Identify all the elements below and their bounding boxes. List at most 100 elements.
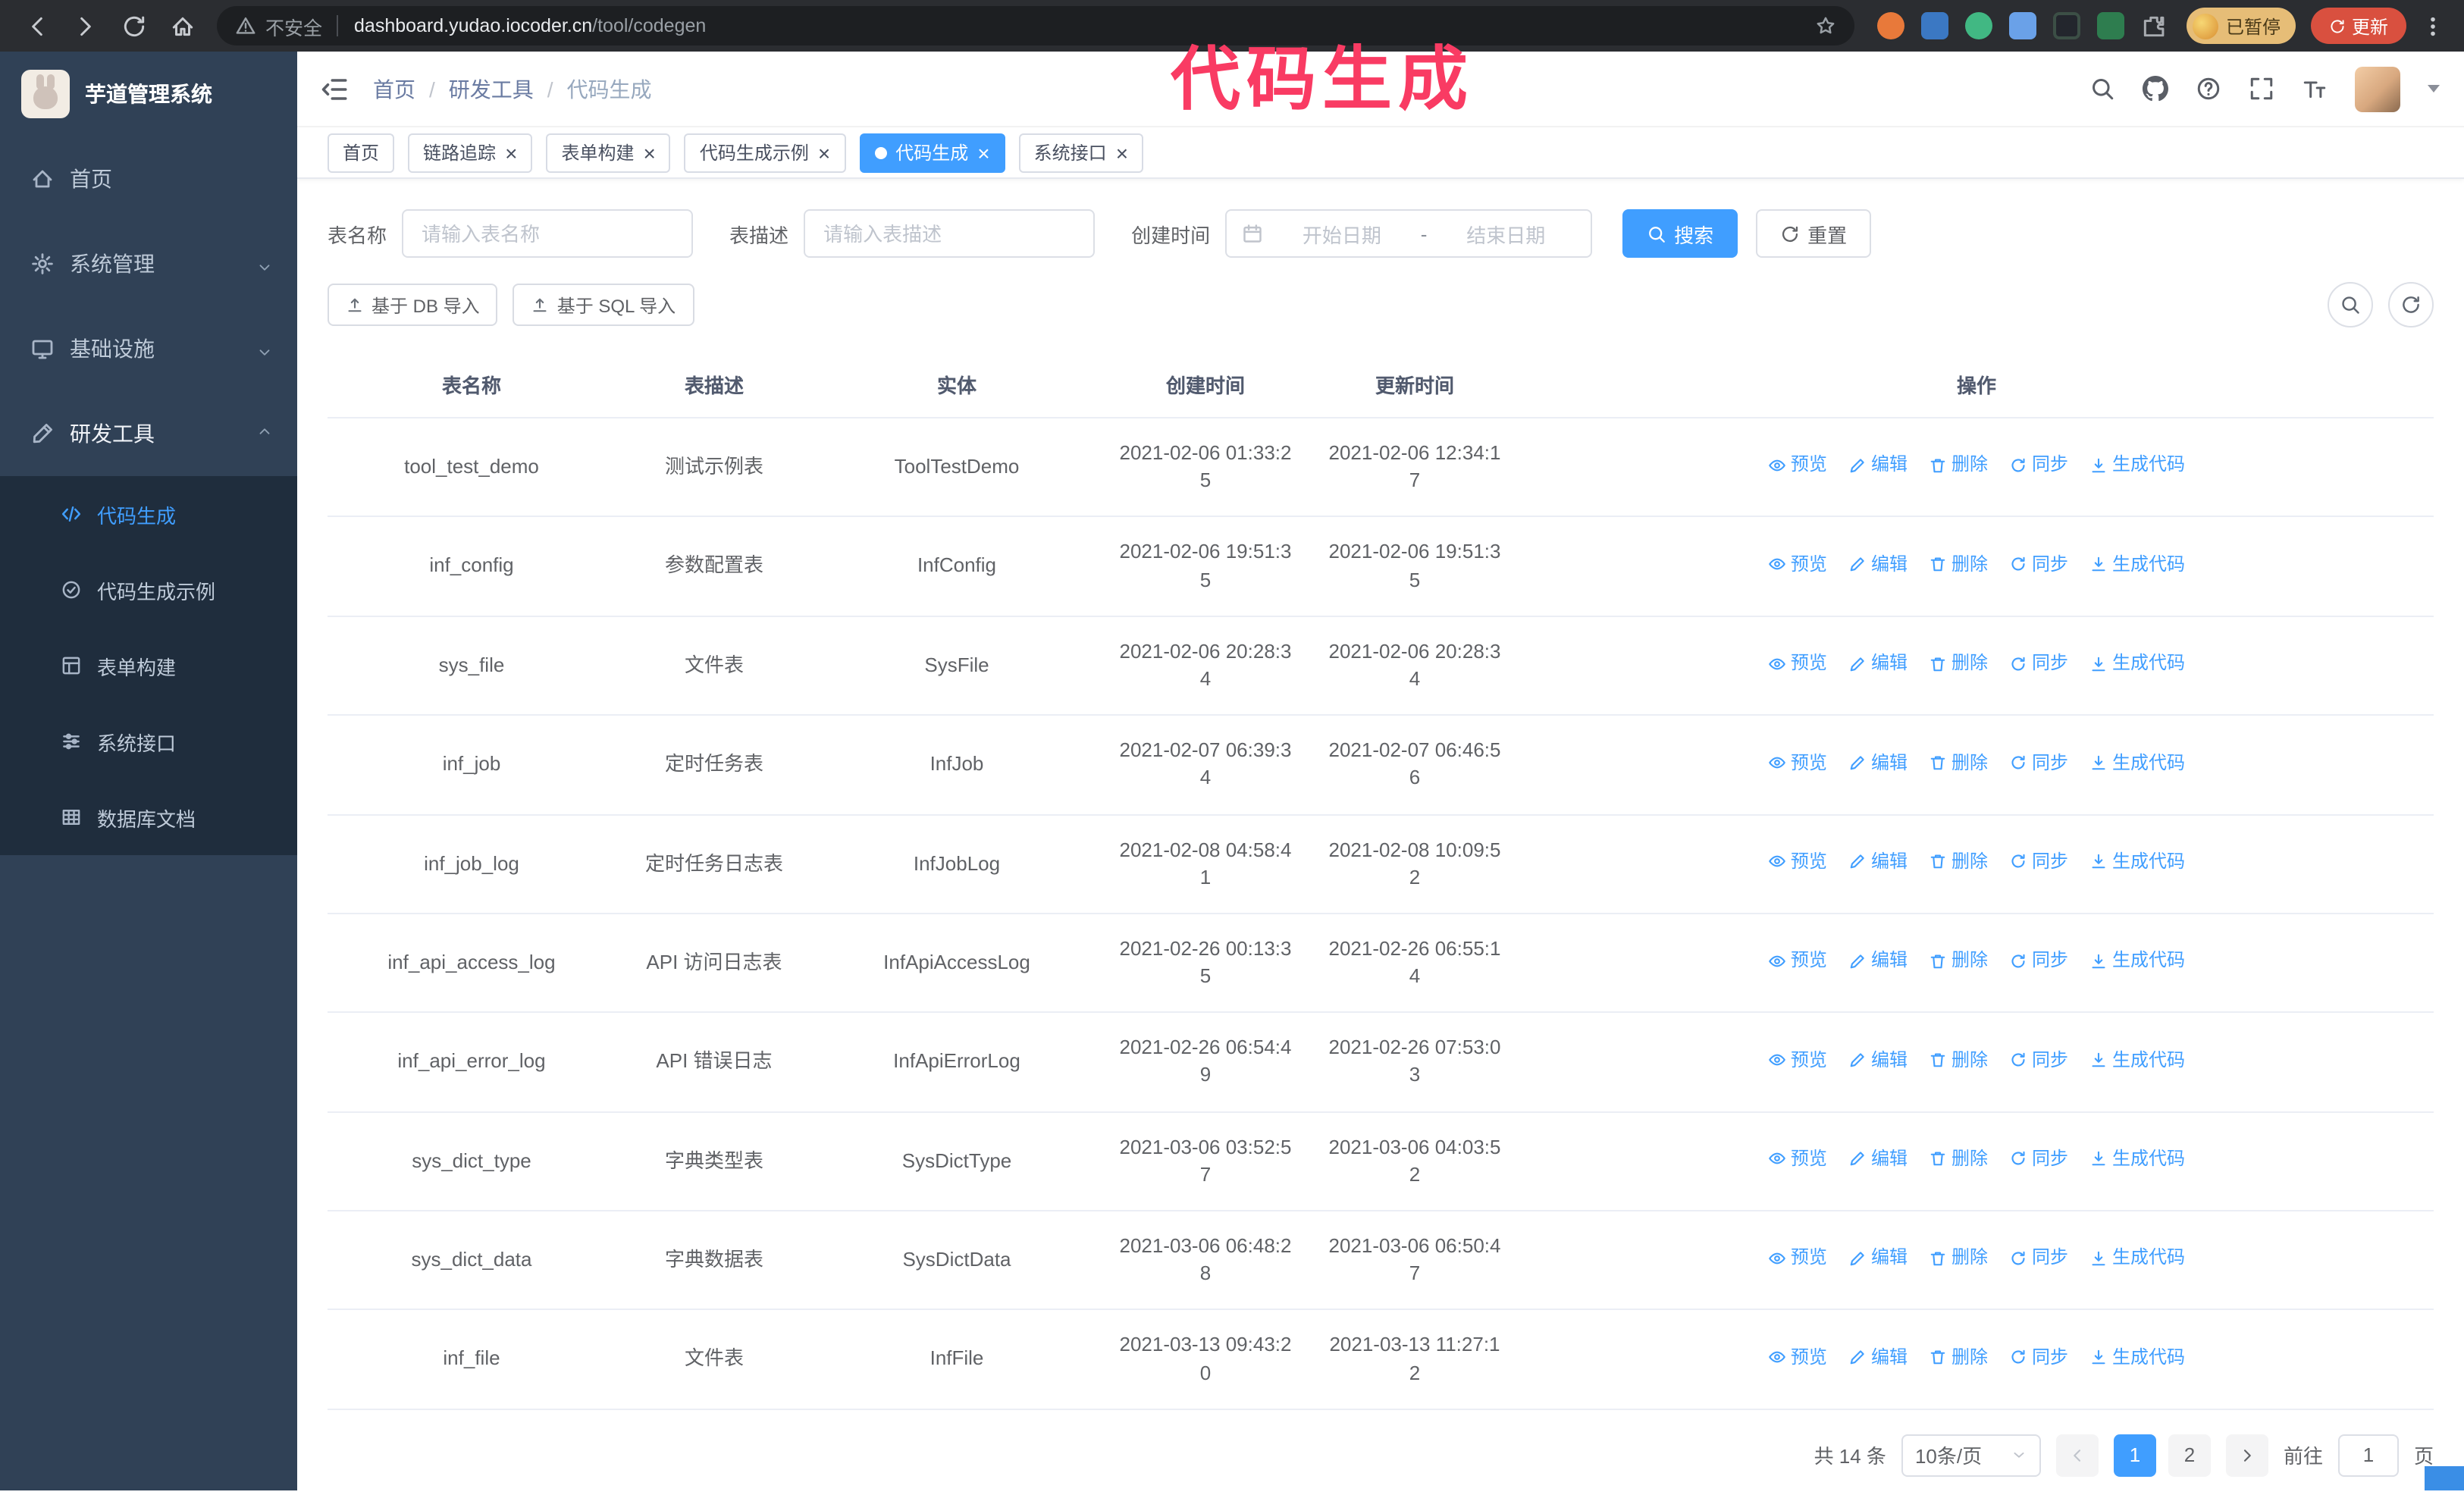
import-db-button[interactable]: 基于 DB 导入 — [328, 284, 498, 326]
action-generate[interactable]: 生成代码 — [2089, 948, 2185, 974]
action-sync[interactable]: 同步 — [2009, 948, 2068, 974]
forward-icon[interactable] — [73, 13, 99, 39]
action-delete[interactable]: 删除 — [1929, 750, 1988, 776]
close-icon[interactable]: × — [1116, 142, 1128, 163]
sidebar-item-dev-tools[interactable]: 研发工具 — [0, 391, 297, 476]
action-preview[interactable]: 预览 — [1768, 849, 1827, 875]
extension-icon-6[interactable] — [2097, 12, 2124, 39]
action-sync[interactable]: 同步 — [2009, 1246, 2068, 1271]
action-preview[interactable]: 预览 — [1768, 650, 1827, 676]
page-size-select[interactable]: 10条/页 — [1901, 1434, 2041, 1477]
action-delete[interactable]: 删除 — [1929, 1047, 1988, 1073]
tab-codegen[interactable]: 代码生成 × — [859, 133, 1005, 172]
table-desc-input[interactable] — [804, 209, 1096, 258]
page-button-1[interactable]: 1 — [2113, 1434, 2156, 1477]
bookmark-star-icon[interactable] — [1815, 15, 1836, 36]
caret-down-icon[interactable] — [2428, 85, 2440, 92]
action-generate[interactable]: 生成代码 — [2089, 1345, 2185, 1371]
action-generate[interactable]: 生成代码 — [2089, 1047, 2185, 1073]
action-sync[interactable]: 同步 — [2009, 453, 2068, 478]
action-preview[interactable]: 预览 — [1768, 453, 1827, 478]
address-bar[interactable]: 不安全 dashboard.yudao.iocoder.cn/tool/code… — [217, 6, 1854, 45]
floating-widget[interactable] — [2425, 1466, 2464, 1490]
extension-icon-1[interactable] — [1877, 12, 1904, 39]
sidebar-subitem-form-builder[interactable]: 表单构建 — [0, 628, 297, 704]
action-preview[interactable]: 预览 — [1768, 1047, 1827, 1073]
reset-button[interactable]: 重置 — [1756, 209, 1872, 258]
action-edit[interactable]: 编辑 — [1848, 650, 1908, 676]
breadcrumb-devtools[interactable]: 研发工具 — [449, 74, 534, 104]
reload-icon[interactable] — [121, 13, 147, 39]
refresh-table-button[interactable] — [2388, 282, 2434, 328]
table-name-input[interactable] — [402, 209, 694, 258]
search-button[interactable]: 搜索 — [1622, 209, 1738, 258]
help-icon[interactable] — [2196, 76, 2221, 102]
puzzle-icon[interactable] — [2141, 13, 2167, 39]
action-edit[interactable]: 编辑 — [1848, 552, 1908, 578]
action-sync[interactable]: 同步 — [2009, 650, 2068, 676]
breadcrumb-home[interactable]: 首页 — [373, 74, 415, 104]
search-icon[interactable] — [2089, 76, 2115, 102]
action-preview[interactable]: 预览 — [1768, 1345, 1827, 1371]
create-time-range-picker[interactable]: 开始日期 - 结束日期 — [1225, 209, 1593, 258]
action-delete[interactable]: 删除 — [1929, 650, 1988, 676]
sidebar-item-home[interactable]: 首页 — [0, 136, 297, 221]
action-generate[interactable]: 生成代码 — [2089, 1146, 2185, 1172]
action-generate[interactable]: 生成代码 — [2089, 453, 2185, 478]
extension-icon-3[interactable] — [1965, 12, 1992, 39]
action-sync[interactable]: 同步 — [2009, 1345, 2068, 1371]
jump-page-input[interactable] — [2337, 1434, 2399, 1477]
action-sync[interactable]: 同步 — [2009, 552, 2068, 578]
close-icon[interactable]: × — [505, 142, 517, 163]
action-delete[interactable]: 删除 — [1929, 849, 1988, 875]
action-delete[interactable]: 删除 — [1929, 453, 1988, 478]
tab-system-api[interactable]: 系统接口 × — [1018, 133, 1144, 172]
sidebar-subitem-codegen[interactable]: 代码生成 — [0, 476, 297, 552]
action-generate[interactable]: 生成代码 — [2089, 1246, 2185, 1271]
action-preview[interactable]: 预览 — [1768, 1246, 1827, 1271]
close-icon[interactable]: × — [977, 142, 989, 163]
extension-icon-5[interactable] — [2053, 12, 2080, 39]
next-page-button[interactable] — [2225, 1434, 2268, 1477]
sidebar-subitem-codegen-example[interactable]: 代码生成示例 — [0, 552, 297, 628]
action-edit[interactable]: 编辑 — [1848, 1246, 1908, 1271]
browser-menu-icon[interactable] — [2422, 14, 2444, 37]
avatar[interactable] — [2355, 66, 2400, 111]
page-button-2[interactable]: 2 — [2168, 1434, 2211, 1477]
action-sync[interactable]: 同步 — [2009, 1047, 2068, 1073]
browser-home-icon[interactable] — [170, 13, 196, 39]
action-generate[interactable]: 生成代码 — [2089, 650, 2185, 676]
action-delete[interactable]: 删除 — [1929, 948, 1988, 974]
sidebar-subitem-db-doc[interactable]: 数据库文档 — [0, 779, 297, 855]
import-sql-button[interactable]: 基于 SQL 导入 — [513, 284, 694, 326]
action-sync[interactable]: 同步 — [2009, 1146, 2068, 1172]
hamburger-icon[interactable] — [320, 74, 350, 104]
close-icon[interactable]: × — [643, 142, 655, 163]
extension-icon-4[interactable] — [2009, 12, 2036, 39]
tab-home[interactable]: 首页 — [328, 133, 395, 172]
sidebar-subitem-system-api[interactable]: 系统接口 — [0, 704, 297, 779]
tab-form-builder[interactable]: 表单构建 × — [546, 133, 671, 172]
action-edit[interactable]: 编辑 — [1848, 1345, 1908, 1371]
action-preview[interactable]: 预览 — [1768, 1146, 1827, 1172]
action-delete[interactable]: 删除 — [1929, 1146, 1988, 1172]
action-generate[interactable]: 生成代码 — [2089, 849, 2185, 875]
extension-icon-2[interactable] — [1921, 12, 1948, 39]
action-sync[interactable]: 同步 — [2009, 750, 2068, 776]
prev-page-button[interactable] — [2055, 1434, 2099, 1477]
action-delete[interactable]: 删除 — [1929, 1246, 1988, 1271]
fullscreen-icon[interactable] — [2249, 76, 2274, 102]
action-sync[interactable]: 同步 — [2009, 849, 2068, 875]
action-edit[interactable]: 编辑 — [1848, 453, 1908, 478]
profile-badge[interactable]: 已暂停 — [2187, 8, 2296, 44]
action-preview[interactable]: 预览 — [1768, 750, 1827, 776]
action-edit[interactable]: 编辑 — [1848, 849, 1908, 875]
back-icon[interactable] — [24, 13, 50, 39]
sidebar-item-infra[interactable]: 基础设施 — [0, 306, 297, 391]
toggle-search-button[interactable] — [2328, 282, 2373, 328]
action-delete[interactable]: 删除 — [1929, 552, 1988, 578]
tab-codegen-example[interactable]: 代码生成示例 × — [684, 133, 846, 172]
font-size-icon[interactable] — [2302, 76, 2328, 102]
logo[interactable]: 芋道管理系统 — [0, 52, 297, 136]
action-edit[interactable]: 编辑 — [1848, 1047, 1908, 1073]
